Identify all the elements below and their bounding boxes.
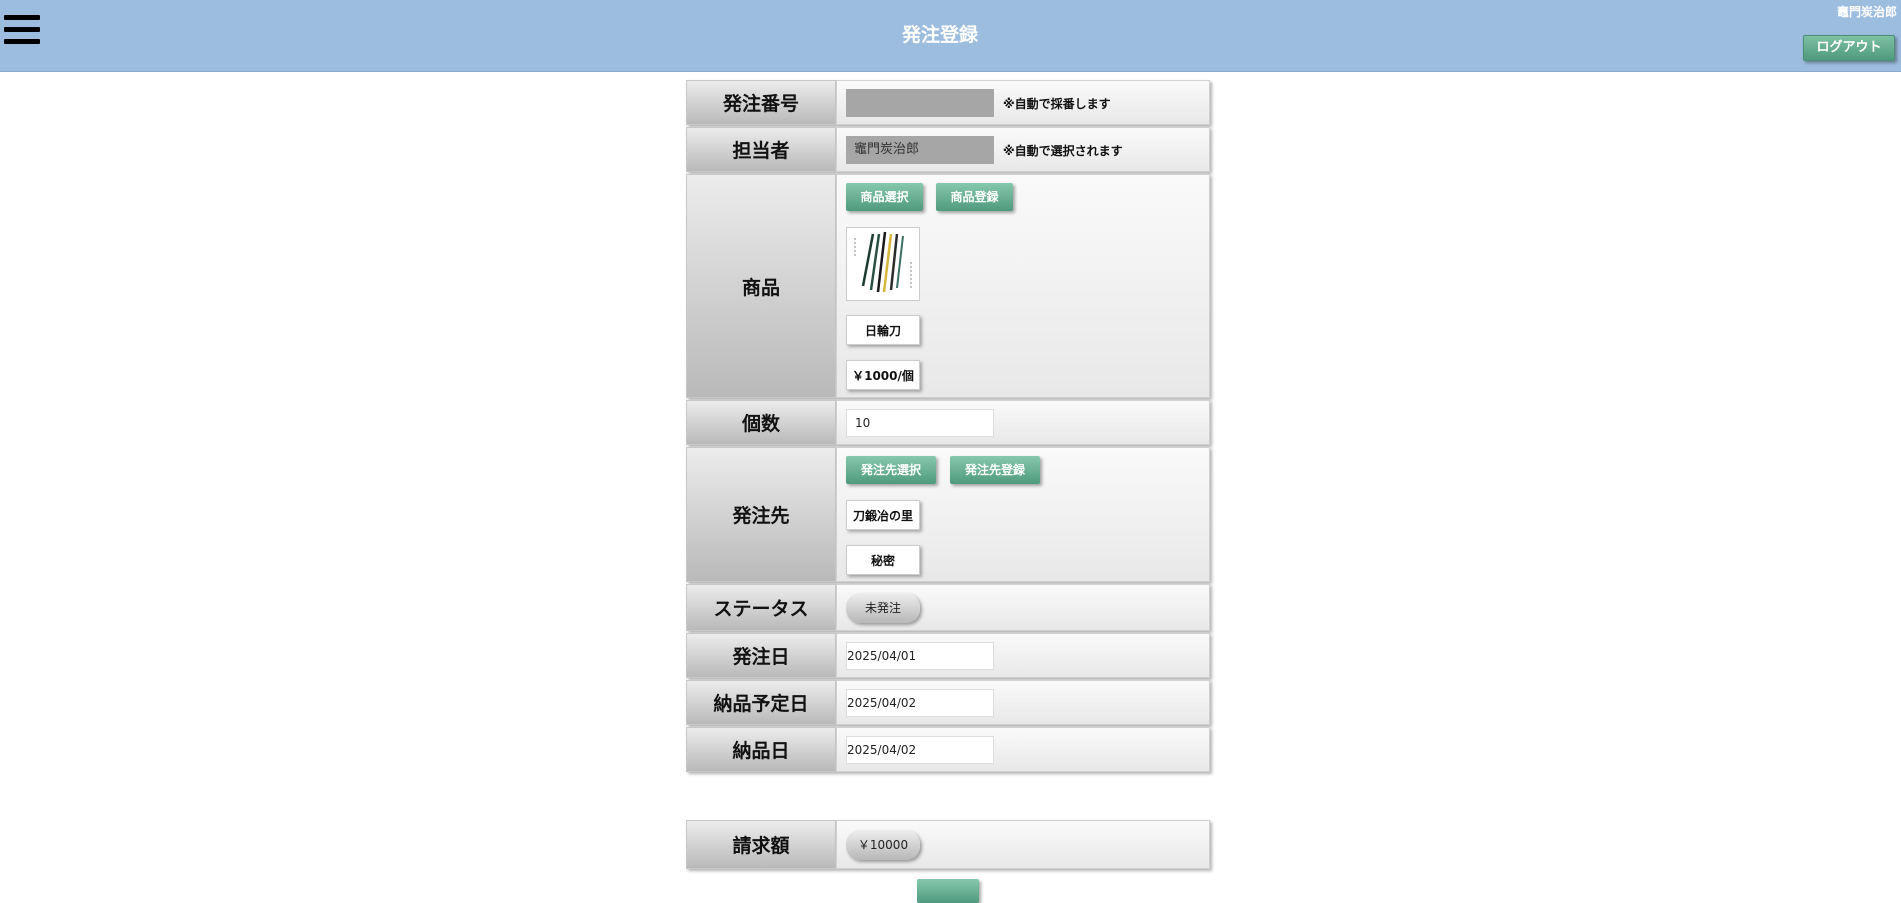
invoice-amount-value: ￥10000	[846, 830, 920, 860]
status-toggle-button[interactable]: 未発注	[846, 593, 920, 623]
row-product: 商品 商品選択 商品登録 日輪刀 ￥1000/個	[686, 174, 1210, 398]
page-title: 発注登録	[901, 24, 978, 46]
value-product: 商品選択 商品登録 日輪刀 ￥1000/個	[836, 174, 1210, 398]
user-name: 竈門炭治郎	[1836, 5, 1897, 19]
label-expected-delivery-date: 納品予定日	[686, 680, 836, 725]
product-price: ￥1000/個	[846, 360, 920, 390]
product-image	[846, 227, 920, 301]
value-staff: 竈門炭治郎 ※自動で選択されます	[836, 127, 1210, 172]
supplier-address: 秘密	[846, 545, 920, 575]
supplier-name: 刀鍛冶の里	[846, 500, 920, 530]
order-date-input[interactable]: 2025/04/01	[846, 642, 994, 670]
sword-illustration-icon	[854, 231, 912, 293]
register-submit-button[interactable]	[917, 879, 979, 903]
row-staff: 担当者 竈門炭治郎 ※自動で選択されます	[686, 127, 1210, 172]
value-quantity: 10	[836, 400, 1210, 445]
value-order-date: 2025/04/01	[836, 633, 1210, 678]
value-delivery-date: 2025/04/02	[836, 727, 1210, 772]
value-supplier: 発注先選択 発注先登録 刀鍛冶の里 秘密	[836, 447, 1210, 582]
quantity-input[interactable]: 10	[846, 409, 994, 437]
row-order-date: 発注日 2025/04/01	[686, 633, 1210, 678]
label-supplier: 発注先	[686, 447, 836, 582]
row-status: ステータス 未発注	[686, 584, 1210, 631]
staff-note: ※自動で選択されます	[1003, 144, 1123, 158]
label-product: 商品	[686, 174, 836, 398]
value-expected-delivery-date: 2025/04/02	[836, 680, 1210, 725]
row-expected-delivery-date: 納品予定日 2025/04/02	[686, 680, 1210, 725]
supplier-select-button[interactable]: 発注先選択	[846, 456, 936, 484]
staff-field: 竈門炭治郎	[846, 136, 994, 164]
product-name: 日輪刀	[846, 315, 920, 345]
label-status: ステータス	[686, 584, 836, 631]
row-supplier: 発注先 発注先選択 発注先登録 刀鍛冶の里 秘密	[686, 447, 1210, 582]
label-delivery-date: 納品日	[686, 727, 836, 772]
label-invoice-amount: 請求額	[686, 820, 836, 869]
expected-delivery-date-input[interactable]: 2025/04/02	[846, 689, 994, 717]
label-quantity: 個数	[686, 400, 836, 445]
delivery-date-input[interactable]: 2025/04/02	[846, 736, 994, 764]
product-register-button[interactable]: 商品登録	[936, 183, 1013, 211]
order-number-note: ※自動で採番します	[1003, 97, 1111, 111]
logout-button[interactable]: ログアウト	[1803, 35, 1895, 61]
value-invoice-amount: ￥10000	[836, 820, 1210, 869]
row-quantity: 個数 10	[686, 400, 1210, 445]
label-staff: 担当者	[686, 127, 836, 172]
label-order-number: 発注番号	[686, 80, 836, 125]
supplier-register-button[interactable]: 発注先登録	[950, 456, 1040, 484]
value-order-number: ※自動で採番します	[836, 80, 1210, 125]
product-select-button[interactable]: 商品選択	[846, 183, 923, 211]
row-order-number: 発注番号 ※自動で採番します	[686, 80, 1210, 125]
app-header: 発注登録 竈門炭治郎 ログアウト	[0, 0, 1901, 72]
value-status: 未発注	[836, 584, 1210, 631]
row-invoice-amount: 請求額 ￥10000	[686, 820, 1210, 869]
label-order-date: 発注日	[686, 633, 836, 678]
order-number-field	[846, 89, 994, 117]
row-delivery-date: 納品日 2025/04/02	[686, 727, 1210, 772]
